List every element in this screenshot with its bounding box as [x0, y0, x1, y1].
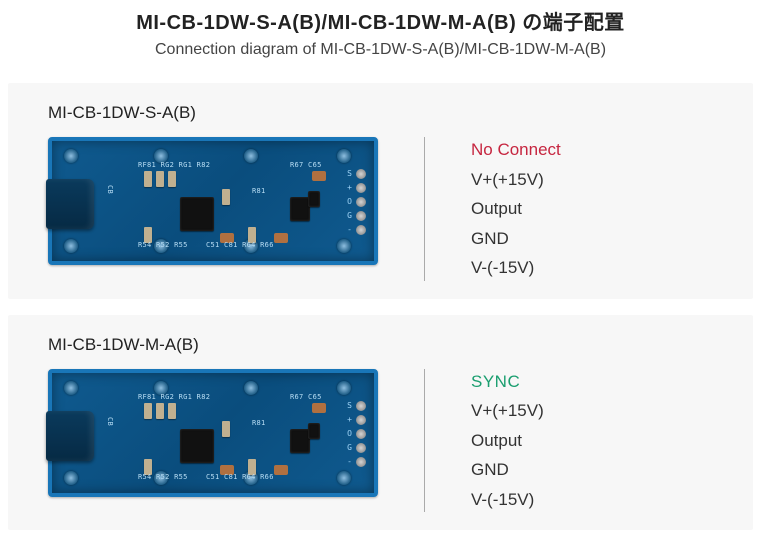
ic-chip — [290, 429, 310, 453]
panel-s-variant: MI-CB-1DW-S-A(B) CB RF81 RG2 RG1 R82 R54… — [8, 83, 753, 299]
mi-sensor-head — [46, 411, 94, 461]
pin-label-vplus: V+(+15V) — [471, 398, 713, 424]
pcb-image: CB RF81 RG2 RG1 R82 R54 R52 R55 C51 C81 … — [48, 137, 378, 281]
pcb-image: CB RF81 RG2 RG1 R82 R54 R52 R55 C51 C81 … — [48, 369, 378, 513]
pin-label-noconnect: No Connect — [471, 137, 713, 163]
panel-body: CB RF81 RG2 RG1 R82 R54 R52 R55 C51 C81 … — [48, 369, 713, 513]
pin-label-vminus: V-(-15V) — [471, 255, 713, 281]
pin-label-sync: SYNC — [471, 369, 713, 395]
pin-label-output: Output — [471, 428, 713, 454]
panel-m-variant: MI-CB-1DW-M-A(B) CB RF81 RG2 RG1 R82 R54… — [8, 315, 753, 531]
terminal-labels: S+OG- — [347, 399, 352, 469]
pcb-board: CB RF81 RG2 RG1 R82 R54 R52 R55 C51 C81 … — [48, 369, 378, 497]
terminal-pads — [356, 169, 366, 235]
ic-chip — [180, 197, 214, 231]
terminal-labels: S+OG- — [347, 167, 352, 237]
page-title: MI-CB-1DW-S-A(B)/MI-CB-1DW-M-A(B) の端子配置 — [0, 6, 761, 35]
pin-list: SYNC V+(+15V) Output GND V-(-15V) — [471, 369, 713, 513]
pin-label-gnd: GND — [471, 457, 713, 483]
pin-label-vminus: V-(-15V) — [471, 487, 713, 513]
panel-label: MI-CB-1DW-S-A(B) — [48, 103, 713, 123]
page-subtitle: Connection diagram of MI-CB-1DW-S-A(B)/M… — [0, 41, 761, 59]
ic-chip — [290, 197, 310, 221]
ic-chip — [180, 429, 214, 463]
mi-sensor-head — [46, 179, 94, 229]
panel-label: MI-CB-1DW-M-A(B) — [48, 335, 713, 355]
header: MI-CB-1DW-S-A(B)/MI-CB-1DW-M-A(B) の端子配置 … — [0, 0, 761, 73]
terminal-pads — [356, 401, 366, 467]
pin-label-output: Output — [471, 196, 713, 222]
pcb-board: CB RF81 RG2 RG1 R82 R54 R52 R55 C51 C81 … — [48, 137, 378, 265]
panel-body: CB RF81 RG2 RG1 R82 R54 R52 R55 C51 C81 … — [48, 137, 713, 281]
pin-label-gnd: GND — [471, 226, 713, 252]
ic-chip — [308, 423, 320, 439]
ic-chip — [308, 191, 320, 207]
vertical-divider — [424, 137, 425, 281]
pin-label-vplus: V+(+15V) — [471, 167, 713, 193]
pin-list: No Connect V+(+15V) Output GND V-(-15V) — [471, 137, 713, 281]
vertical-divider — [424, 369, 425, 513]
